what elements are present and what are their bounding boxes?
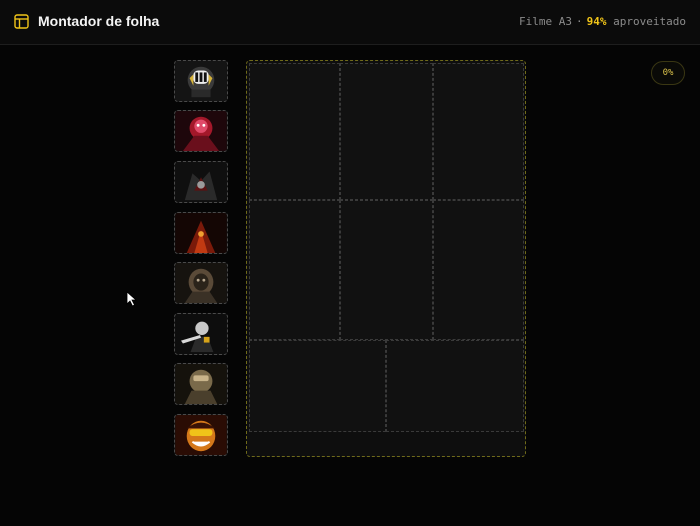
thumbnail-6[interactable] bbox=[174, 313, 228, 355]
artwork-image bbox=[175, 364, 227, 404]
thumbnail-4[interactable] bbox=[174, 212, 228, 254]
layout-panel-icon bbox=[14, 14, 29, 29]
artwork-image bbox=[175, 314, 227, 354]
thumbnail-1[interactable] bbox=[174, 60, 228, 102]
film-label: Filme A3 bbox=[519, 15, 573, 28]
artwork-image bbox=[175, 61, 227, 101]
status-separator: · bbox=[576, 15, 583, 28]
mouse-cursor-icon bbox=[126, 291, 138, 307]
sheet-slot-8[interactable] bbox=[386, 340, 524, 432]
sheet-slot-6[interactable] bbox=[433, 200, 524, 340]
sheet-slot-5[interactable] bbox=[340, 200, 433, 340]
sheet-status: Filme A3 · 94% aproveitado bbox=[519, 15, 686, 28]
sheet-slot-7[interactable] bbox=[249, 340, 386, 432]
thumbnail-3[interactable] bbox=[174, 161, 228, 203]
artwork-image bbox=[175, 213, 227, 253]
artwork-image bbox=[175, 111, 227, 151]
thumbnail-8[interactable] bbox=[174, 414, 228, 456]
sheet-slot-4[interactable] bbox=[249, 200, 340, 340]
artwork-image bbox=[175, 162, 227, 202]
app-header: Montador de folha Filme A3 · 94% aproveita… bbox=[0, 0, 700, 45]
sheet-slot-3[interactable] bbox=[433, 63, 524, 200]
usage-label: aproveitado bbox=[613, 15, 686, 28]
artwork-image bbox=[175, 415, 227, 455]
thumbnail-5[interactable] bbox=[174, 262, 228, 304]
usage-percent: 94% bbox=[586, 15, 607, 28]
app-title: Montador de folha bbox=[38, 13, 160, 29]
thumbnail-2[interactable] bbox=[174, 110, 228, 152]
print-sheet[interactable] bbox=[246, 60, 526, 457]
thumbnail-7[interactable] bbox=[174, 363, 228, 405]
zoom-badge[interactable]: 0% bbox=[651, 61, 685, 85]
sheet-slot-2[interactable] bbox=[340, 63, 433, 200]
sheet-slot-1[interactable] bbox=[249, 63, 340, 200]
artwork-image bbox=[175, 263, 227, 303]
